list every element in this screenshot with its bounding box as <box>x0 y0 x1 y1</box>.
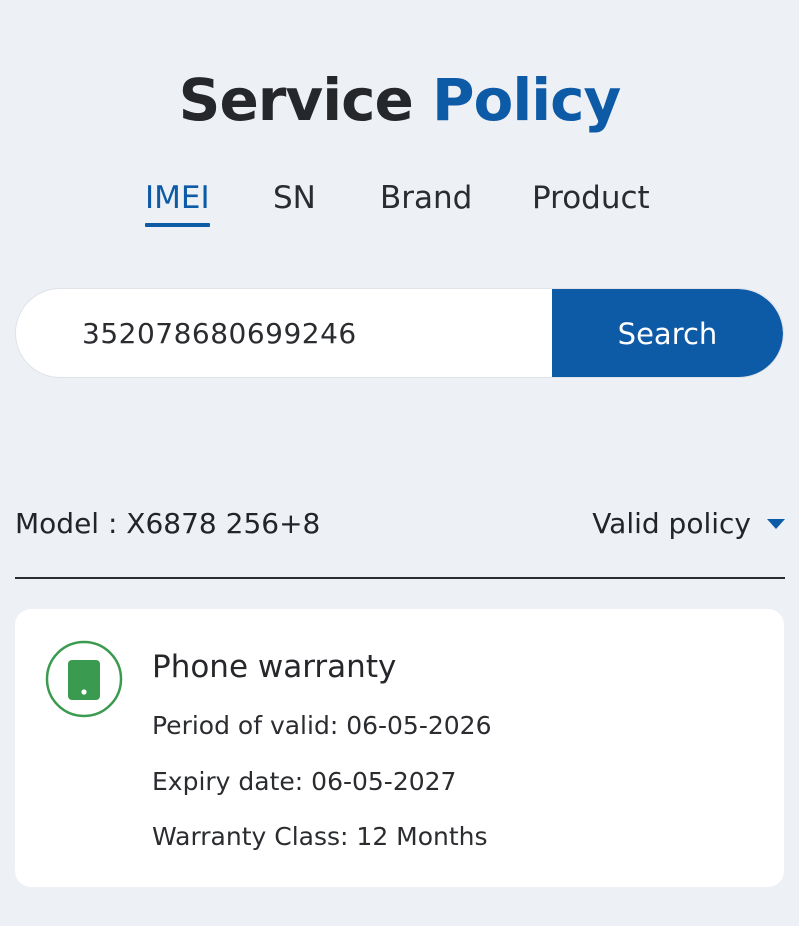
imei-search-input[interactable] <box>16 289 554 377</box>
search-type-tabs: IMEI SN Brand Product <box>0 176 799 232</box>
search-bar: Search <box>15 288 784 378</box>
card-title: Phone warranty <box>152 649 397 685</box>
page-title-part2: Policy <box>432 66 621 134</box>
warranty-card: Phone warranty Period of valid: 06-05-20… <box>15 609 784 887</box>
phone-icon <box>45 640 123 718</box>
policy-filter-label: Valid policy <box>592 507 751 540</box>
search-button[interactable]: Search <box>552 289 783 377</box>
warranty-class: Warranty Class: 12 Months <box>152 822 488 851</box>
period-of-valid: Period of valid: 06-05-2026 <box>152 711 492 740</box>
page-title-part1: Service <box>178 66 414 134</box>
service-policy-page: Service Policy IMEI SN Brand Product Sea… <box>0 0 799 926</box>
expiry-date: Expiry date: 06-05-2027 <box>152 767 457 796</box>
model-label: Model : X6878 256+8 <box>15 507 321 540</box>
policy-filter-dropdown[interactable]: Valid policy <box>592 502 785 546</box>
tab-imei[interactable]: IMEI <box>145 176 210 227</box>
caret-down-icon <box>767 519 785 529</box>
divider <box>15 577 785 579</box>
tab-product[interactable]: Product <box>532 176 650 220</box>
page-title: Service Policy <box>0 60 799 140</box>
result-header: Model : X6878 256+8 Valid policy <box>15 502 785 548</box>
tab-sn[interactable]: SN <box>273 176 316 220</box>
tab-brand[interactable]: Brand <box>380 176 472 220</box>
